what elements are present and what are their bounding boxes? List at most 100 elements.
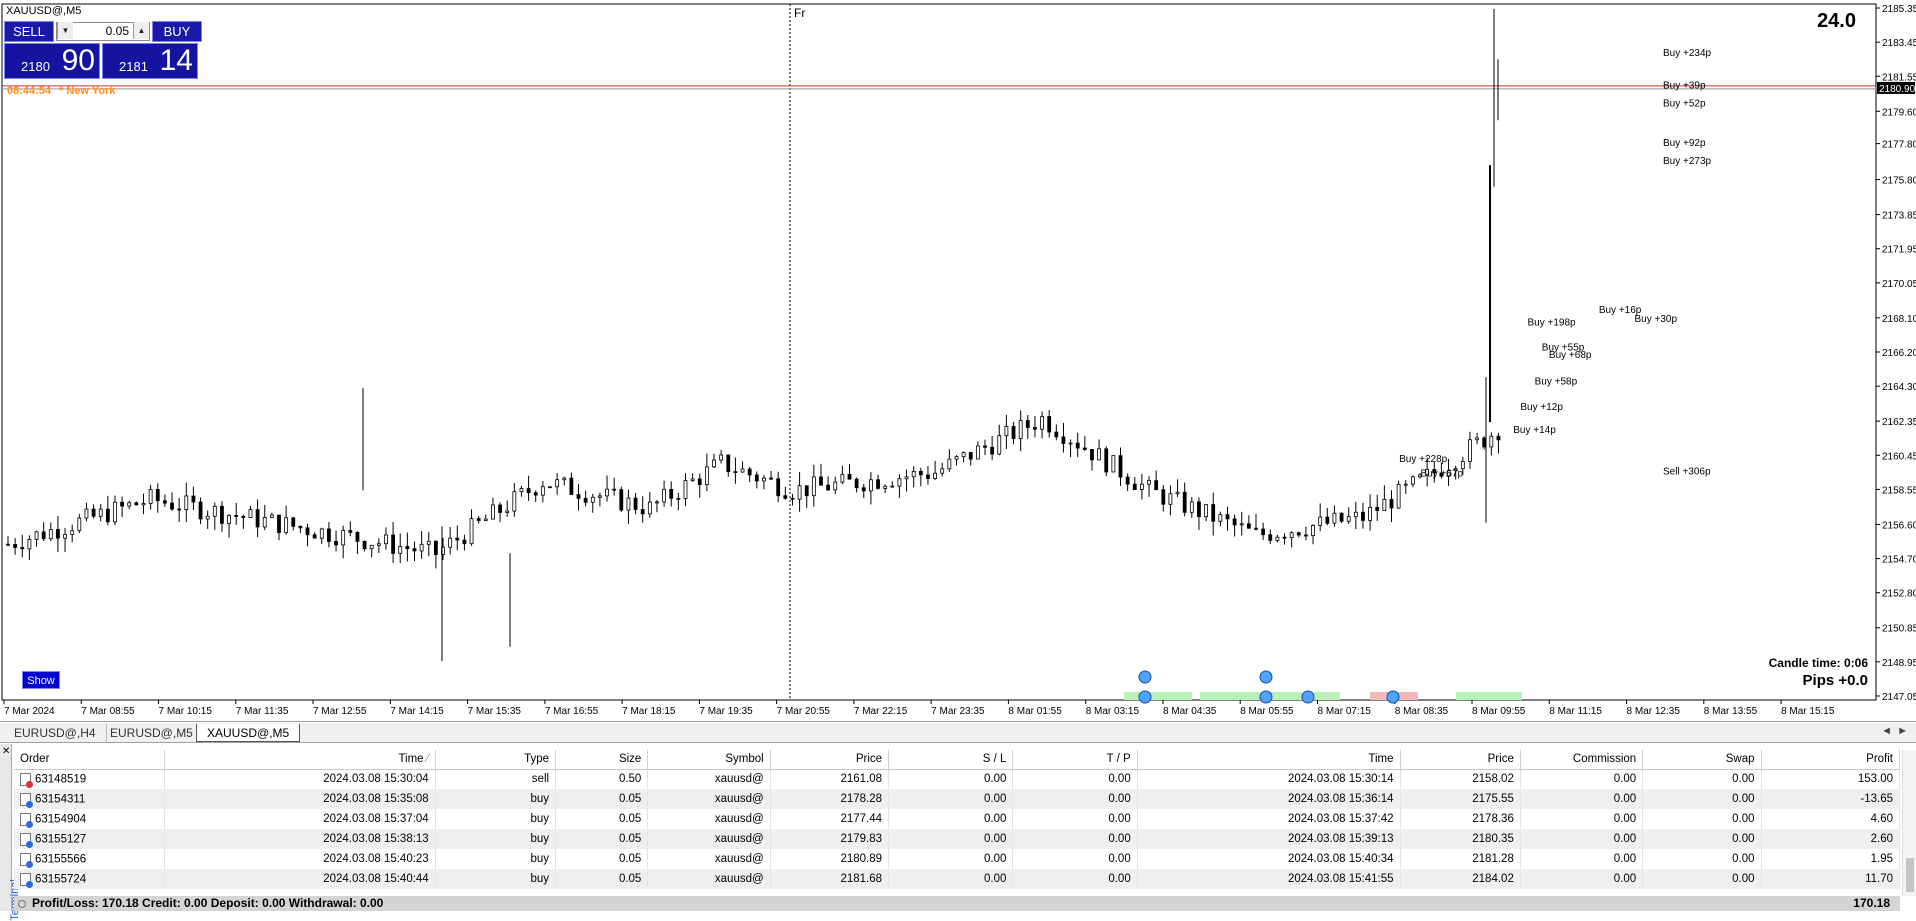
column-header-commission[interactable]: Commission <box>1520 750 1644 770</box>
time-axis-label: 8 Mar 15:15 <box>1781 706 1835 717</box>
tab-xauusd-m5[interactable]: XAUUSD@,M5 <box>196 724 301 742</box>
candle-body <box>626 497 631 511</box>
order-id: 63154311 <box>35 793 86 806</box>
open-time-cell: 2024.03.08 15:37:04 <box>164 809 436 829</box>
candle-body <box>804 485 809 497</box>
candle-body <box>134 502 139 506</box>
candle-body <box>162 500 167 504</box>
sell-order-icon <box>20 772 33 788</box>
show-button[interactable]: Show <box>22 671 60 689</box>
close-icon[interactable]: ✕ <box>2 746 10 757</box>
trade-zone-marker <box>1456 692 1522 700</box>
lot-increase-icon[interactable]: ▲ <box>133 22 149 39</box>
column-header-swap[interactable]: Swap <box>1642 750 1762 770</box>
scrollbar-thumb[interactable] <box>1906 858 1914 892</box>
sell-price-display[interactable]: 2180 90 <box>4 43 100 79</box>
tab-scroll-left-icon[interactable]: ◄ <box>1881 725 1892 737</box>
table-scrollbar[interactable] <box>1902 750 1916 896</box>
type-cell: buy <box>435 809 557 829</box>
candle-body <box>1225 514 1230 520</box>
price-chart[interactable]: 2185.35 2183.45 2181.55 2179.60 2177.80 2175.… <box>0 0 1916 722</box>
candle-body <box>341 530 346 546</box>
column-header-sl[interactable]: S / L <box>888 750 1014 770</box>
buy-button[interactable]: BUY <box>152 21 202 42</box>
tp-cell: 0.00 <box>1012 769 1138 789</box>
column-header-profit[interactable]: Profit <box>1761 750 1901 770</box>
table-row[interactable]: 63154904 2024.03.08 15:37:04 buy 0.05 xa… <box>14 809 1901 829</box>
price-axis-label: 2150.85 <box>1882 624 1916 635</box>
order-cell: 63154904 <box>14 809 165 829</box>
time-axis-label: 8 Mar 07:15 <box>1317 706 1371 717</box>
candle-body <box>319 528 324 539</box>
table-row[interactable]: 63148519 2024.03.08 15:30:04 sell 0.50 x… <box>14 769 1901 789</box>
column-header-order[interactable]: Order <box>14 750 165 770</box>
table-row[interactable]: 63155127 2024.03.08 15:38:13 buy 0.05 xa… <box>14 829 1901 849</box>
profit-cell: -13.65 <box>1761 789 1901 809</box>
candle-body <box>562 477 567 481</box>
candle-body <box>947 458 952 470</box>
time-axis-label: 8 Mar 04:35 <box>1163 706 1217 717</box>
candle-body <box>1332 512 1337 524</box>
time-axis-label: 7 Mar 15:35 <box>468 706 522 717</box>
price-axis-label: 2177.80 <box>1882 140 1916 151</box>
tab-eurusd-m5[interactable]: EURUSD@,M5 <box>100 724 204 742</box>
candle-body <box>141 503 146 506</box>
candle-body <box>733 471 738 473</box>
candle-body <box>1082 447 1087 450</box>
profit-cell: 4.60 <box>1761 809 1901 829</box>
candle-body <box>598 495 602 498</box>
time-axis-label: 8 Mar 05:55 <box>1240 706 1294 717</box>
buy-price-display[interactable]: 2181 14 <box>102 43 198 79</box>
time-axis-label: 8 Mar 12:35 <box>1627 706 1681 717</box>
price-axis-label: 2173.85 <box>1882 211 1916 222</box>
trade-result-label: Buy +273p <box>1663 156 1712 167</box>
candle-body <box>690 478 695 481</box>
price-axis-label: 2171.95 <box>1882 245 1916 256</box>
table-row[interactable]: 63154311 2024.03.08 15:35:08 buy 0.05 xa… <box>14 789 1901 809</box>
column-header-tp[interactable]: T / P <box>1012 750 1138 770</box>
current-price-label: 2180.90 <box>1879 84 1916 95</box>
open-time-cell: 2024.03.08 15:38:13 <box>164 829 436 849</box>
account-summary-row: Profit/Loss: 170.18 Credit: 0.00 Deposit… <box>14 896 1900 911</box>
candle-body <box>1018 420 1023 440</box>
table-row[interactable]: 63155566 2024.03.08 15:40:23 buy 0.05 xa… <box>14 849 1901 869</box>
candle-body <box>1375 506 1380 511</box>
candle-body <box>1468 439 1472 462</box>
buy-price-major: 2181 <box>119 59 148 74</box>
candle-body <box>1090 449 1094 461</box>
sell-button[interactable]: SELL <box>4 21 54 42</box>
candle-body <box>1489 435 1494 448</box>
column-header-symbol[interactable]: Symbol <box>647 750 771 770</box>
tab-eurusd-h4[interactable]: EURUSD@,H4 <box>4 724 107 742</box>
sell-price-major: 2180 <box>21 59 50 74</box>
time-axis-label: 7 Mar 12:55 <box>313 706 367 717</box>
buy-order-icon <box>20 812 33 828</box>
trade-result-label: Sell +306p <box>1663 467 1711 478</box>
tab-scroll-right-icon[interactable]: ► <box>1897 725 1908 737</box>
commission-cell: 0.00 <box>1520 789 1644 809</box>
candle-body <box>448 537 453 548</box>
candle-body <box>1175 491 1180 495</box>
price-cell: 2180.89 <box>770 849 890 869</box>
trade-result-label: Buy +234p <box>1663 48 1712 59</box>
table-row[interactable]: 63155724 2024.03.08 15:40:44 buy 0.05 xa… <box>14 869 1901 889</box>
column-header-size[interactable]: Size <box>555 750 649 770</box>
candle-body <box>904 476 909 480</box>
candle-body <box>205 515 210 520</box>
candle-body <box>170 502 174 510</box>
column-header-close-time[interactable]: Time <box>1137 750 1401 770</box>
order-cell: 63148519 <box>14 769 165 789</box>
column-header-price[interactable]: Price <box>770 750 890 770</box>
candle-body <box>1382 498 1387 511</box>
candle-body <box>590 496 595 503</box>
candle-body <box>41 531 46 540</box>
column-header-close-price[interactable]: Price <box>1400 750 1521 770</box>
chart-canvas[interactable]: 2185.35 2183.45 2181.55 2179.60 2177.80 2175.… <box>0 0 1916 722</box>
column-header-time[interactable]: Time ⁄ <box>164 750 436 770</box>
candle-body <box>426 540 431 545</box>
column-header-type[interactable]: Type <box>435 750 557 770</box>
order-id: 63155566 <box>35 853 87 866</box>
lot-decrease-icon[interactable]: ▼ <box>57 22 73 39</box>
candle-body <box>1118 455 1123 478</box>
open-time-cell: 2024.03.08 15:40:23 <box>164 849 436 869</box>
